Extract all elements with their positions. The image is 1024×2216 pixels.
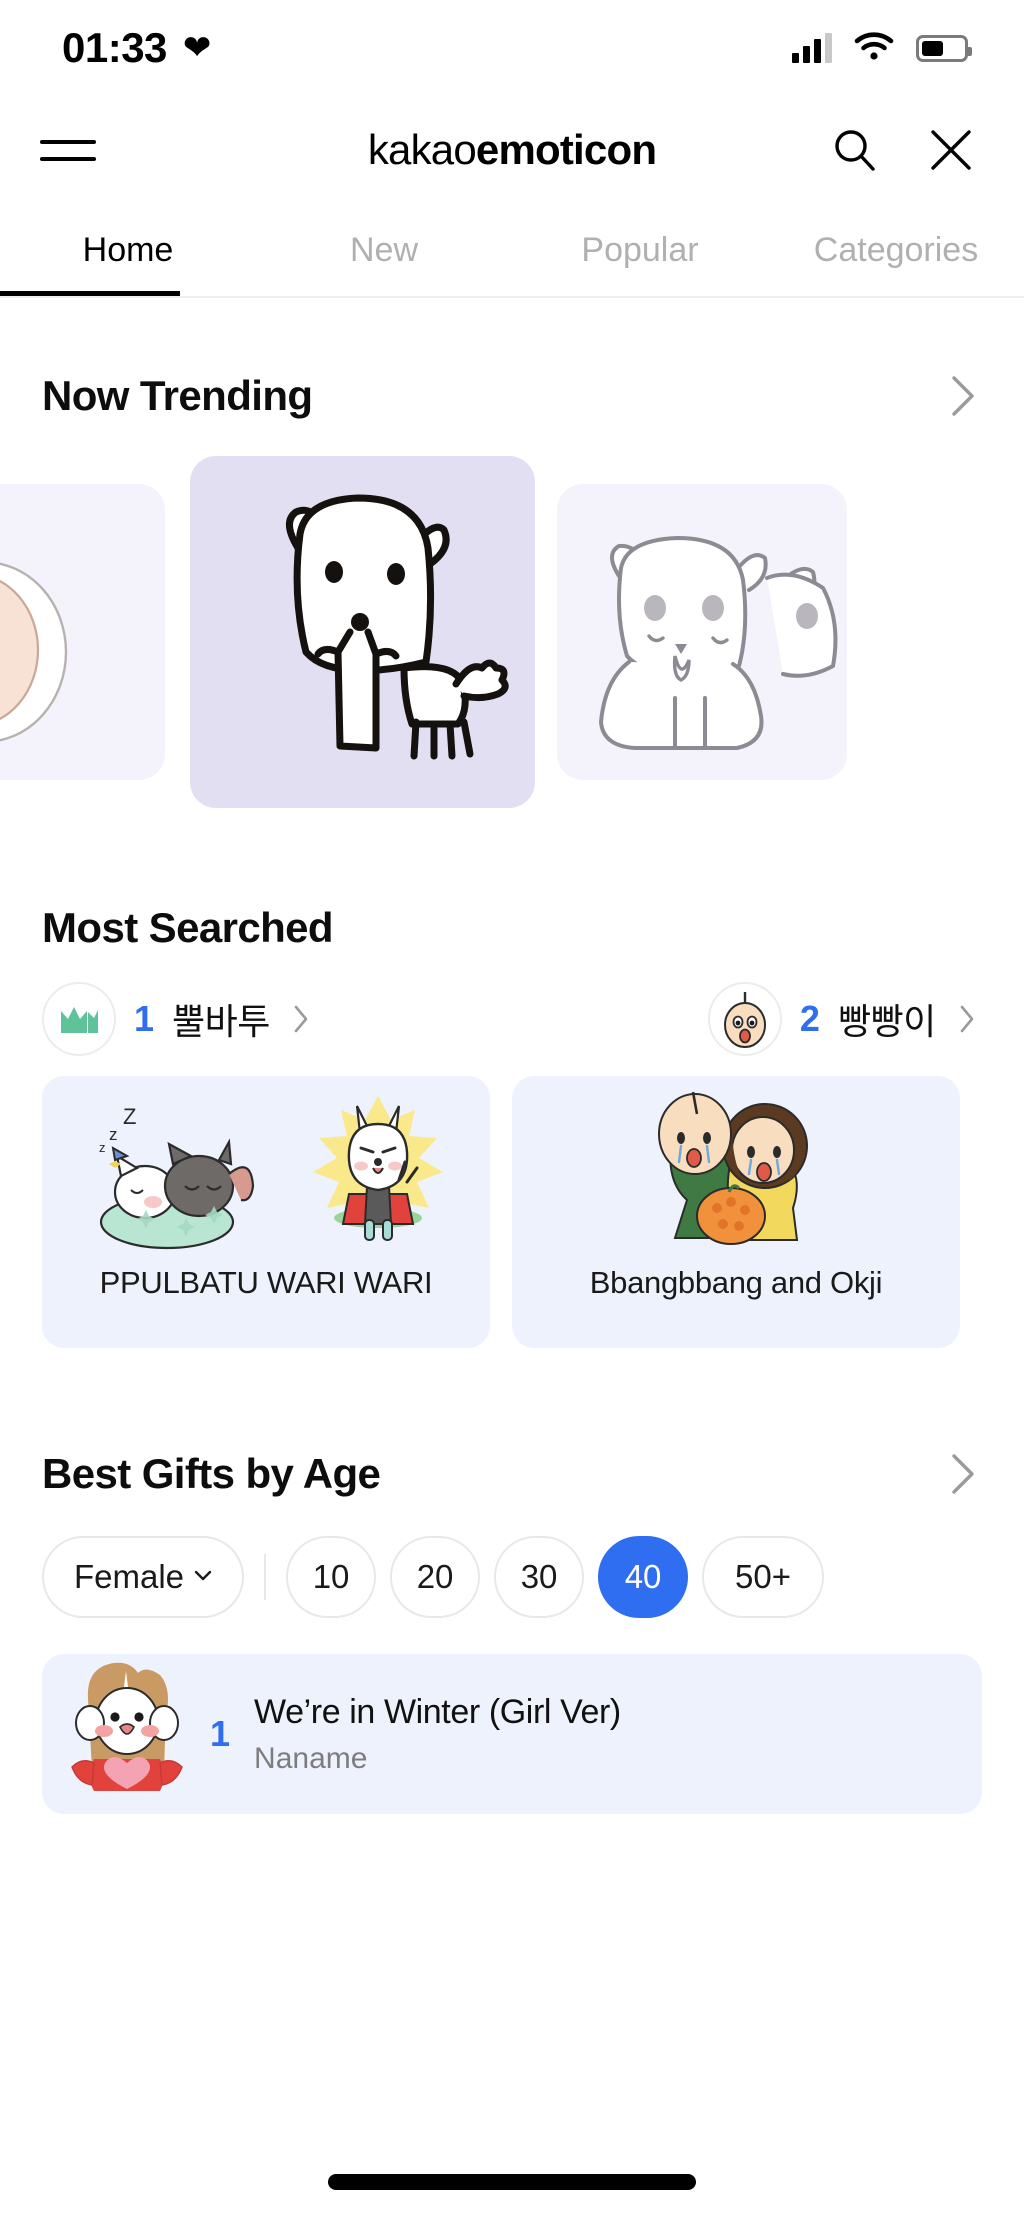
gift-rank-number: 1 — [210, 1713, 231, 1754]
card-thumbnails: Z z z — [42, 1076, 490, 1264]
age-chip-50plus[interactable]: 50+ — [702, 1536, 825, 1618]
most-searched-header: Most Searched — [0, 904, 1024, 952]
status-time: 01:33 — [62, 24, 167, 71]
svg-text:z: z — [99, 1140, 106, 1155]
heart-icon: ❤ — [182, 29, 212, 67]
best-gifts-list: 1 We’re in Winter (Girl Ver) Naname — [0, 1654, 1024, 1814]
card-label: Bbangbbang and Okji — [589, 1265, 883, 1300]
gift-subtitle: Naname — [254, 1741, 368, 1775]
most-searched-rank-2[interactable]: 2 빵빵이 — [707, 982, 978, 1056]
trending-header: Now Trending — [0, 370, 1024, 422]
most-searched-title: Most Searched — [42, 904, 334, 951]
tab-popular[interactable]: Popular — [512, 204, 768, 296]
age-chip-20[interactable]: 20 — [390, 1536, 481, 1618]
chevron-right-icon[interactable] — [290, 1000, 312, 1038]
card-thumbnails — [512, 1076, 960, 1264]
app-bar-actions — [828, 123, 978, 177]
gender-filter-label: Female — [74, 1558, 185, 1595]
status-bar: 01:33 ❤ — [0, 0, 1024, 96]
chevron-right-icon[interactable] — [956, 1000, 978, 1038]
signal-bars-icon — [792, 33, 832, 63]
most-searched-rank-row: 1 뿔바투 2 빵빵이 — [0, 982, 1024, 1056]
status-bar-right — [792, 31, 972, 66]
chevron-right-icon[interactable] — [942, 370, 982, 422]
age-chip-10[interactable]: 10 — [286, 1536, 377, 1618]
svg-text:z: z — [109, 1125, 118, 1144]
brand-thin: kakao — [367, 126, 477, 173]
chevron-down-icon — [190, 1558, 216, 1596]
status-bar-left: 01:33 ❤ — [62, 24, 211, 72]
brand-bold: emoticon — [475, 126, 657, 173]
sleeping-cats-thumb: Z z z — [99, 1104, 255, 1250]
tab-home[interactable]: Home — [0, 204, 256, 296]
chevron-right-icon[interactable] — [942, 1448, 982, 1500]
tab-new[interactable]: New — [256, 204, 512, 296]
trending-carousel[interactable] — [0, 456, 1024, 808]
tab-divider — [0, 296, 1024, 298]
gift-thumbnail — [68, 1662, 186, 1799]
crown-avatar-icon — [42, 982, 116, 1056]
trending-card-peek-right[interactable] — [557, 484, 847, 780]
card-label: PPULBATU WARI WARI — [99, 1265, 433, 1300]
rank-number: 1 — [134, 998, 155, 1039]
chip-separator — [264, 1554, 267, 1600]
wifi-icon — [854, 31, 894, 66]
age-chip-30[interactable]: 30 — [494, 1536, 585, 1618]
hero-rabbit-thumb — [313, 1096, 443, 1241]
list-item[interactable]: 1 We’re in Winter (Girl Ver) Naname — [42, 1654, 982, 1814]
baby-face-avatar-icon — [707, 982, 782, 1056]
bbangbbang-okji-thumb — [658, 1091, 808, 1245]
most-searched-card-1[interactable]: Z z z PPULBATU WARI WARI — [42, 1076, 490, 1348]
age-chip-40[interactable]: 40 — [598, 1536, 689, 1618]
app-bar: kakaoemoticon — [0, 96, 1024, 204]
tab-categories[interactable]: Categories — [768, 204, 1024, 296]
hamburger-menu-icon[interactable] — [40, 127, 96, 173]
svg-text:Z: Z — [123, 1104, 136, 1129]
most-searched-cards: Z z z PPULBATU WARI WARI Bbangbbang and … — [0, 1076, 1024, 1348]
best-gifts-header: Best Gifts by Age — [0, 1448, 1024, 1500]
gift-text-block: We’re in Winter (Girl Ver) Naname — [254, 1693, 621, 1776]
gift-title: We’re in Winter (Girl Ver) — [254, 1692, 621, 1731]
active-tab-indicator — [0, 291, 180, 296]
age-filter-chips: Female 10 20 30 40 50+ — [0, 1536, 1024, 1618]
most-searched-card-2[interactable]: Bbangbbang and Okji — [512, 1076, 960, 1348]
gender-filter-dropdown[interactable]: Female — [42, 1536, 245, 1618]
most-searched-rank-1[interactable]: 1 뿔바투 — [42, 982, 312, 1056]
trending-title: Now Trending — [42, 372, 313, 419]
rank-keyword: 뿔바투 — [172, 1001, 270, 1042]
best-gifts-title: Best Gifts by Age — [42, 1450, 381, 1497]
search-icon[interactable] — [828, 123, 882, 177]
battery-icon — [916, 34, 972, 62]
rank-number: 2 — [799, 998, 820, 1039]
trending-card-peek-left[interactable] — [0, 484, 165, 780]
home-indicator — [328, 2174, 696, 2190]
trending-card-featured[interactable] — [190, 456, 535, 808]
tab-bar: Home New Popular Categories — [0, 204, 1024, 296]
close-icon[interactable] — [924, 123, 978, 177]
rank-keyword: 빵빵이 — [837, 1001, 936, 1042]
